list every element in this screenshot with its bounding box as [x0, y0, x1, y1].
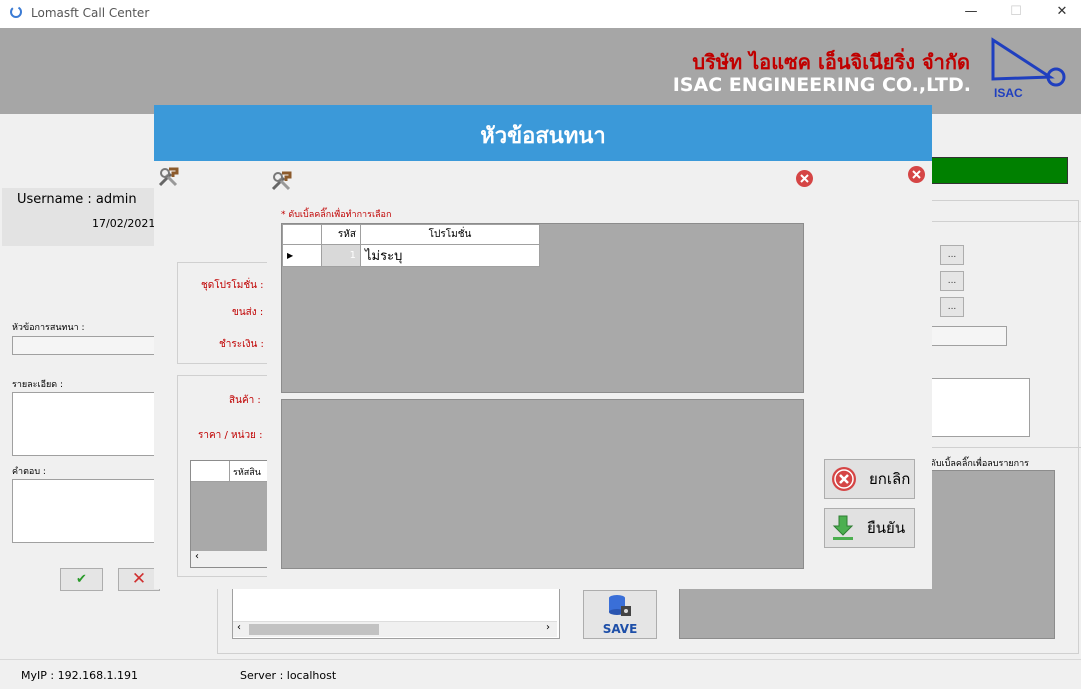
product-grid-header: รหัสสิน — [233, 468, 261, 478]
server-name: Server : localhost — [240, 669, 337, 682]
detail-textarea[interactable] — [12, 392, 157, 456]
horizontal-scrollbar[interactable]: ‹ › — [233, 621, 557, 637]
price-label: ราคา / หน่วย : — [198, 430, 263, 441]
pay-label: ชำระเงิน : — [219, 339, 264, 350]
company-logo: ISAC — [991, 37, 1066, 100]
product-grid[interactable]: รหัสสิน ‹ — [190, 460, 269, 568]
tools-icon — [271, 171, 292, 191]
database-save-icon — [609, 595, 631, 616]
username-label: Username : admin — [17, 192, 137, 207]
topic-label: หัวข้อการสนทนา : — [12, 323, 85, 333]
scrollbar-thumb[interactable] — [249, 624, 379, 635]
browse-button-3[interactable]: ... — [940, 297, 964, 317]
download-arrow-icon — [832, 515, 854, 540]
logo-text: ISAC — [994, 86, 1023, 100]
cancel-label: ยกเลิก — [869, 470, 911, 488]
cancel-icon — [832, 467, 856, 491]
save-label: SAVE — [602, 622, 638, 636]
product-label: สินค้า : — [229, 395, 261, 406]
close-icon[interactable] — [907, 165, 926, 184]
date-label: 17/02/2021 — [92, 217, 156, 230]
window-title: Lomasft Call Center — [31, 6, 150, 20]
maximize-button[interactable]: ☐ — [1006, 4, 1026, 19]
status-bar: MyIP : 192.168.1.191 Server : localhost — [0, 659, 1081, 689]
ship-label: ขนส่ง : — [232, 307, 264, 318]
topic-input[interactable] — [12, 336, 157, 355]
close-icon[interactable] — [795, 169, 814, 188]
select-hint: * ดับเบิ้ลคลิ๊กเพื่อทำการเลือก — [281, 210, 392, 220]
confirm-label: ยืนยัน — [867, 519, 906, 537]
answer-textarea[interactable] — [12, 479, 157, 543]
dialog-title: หัวข้อสนทนา — [480, 124, 606, 149]
close-window-button[interactable]: ✕ — [1052, 4, 1072, 19]
confirm-button[interactable]: ยืนยัน — [824, 508, 915, 548]
minimize-button[interactable]: — — [961, 4, 981, 19]
promotion-grid[interactable]: รหัส โปรโมชั่น ▶ 1 ไม่ระบุ — [281, 223, 804, 393]
detail-label: รายละเอียด : — [12, 380, 64, 390]
check-icon[interactable]: ✔ — [60, 568, 103, 591]
save-button[interactable]: SAVE — [583, 590, 657, 639]
column-promotion: โปรโมชั่น — [360, 224, 540, 245]
row-code: 1 — [321, 244, 361, 267]
window-titlebar: Lomasft Call Center — ☐ ✕ — [0, 0, 1081, 28]
browse-button-1[interactable]: ... — [940, 245, 964, 265]
row-promotion: ไม่ระบุ — [360, 244, 540, 267]
promo-set-label: ชุดโปรโมชั่น : — [201, 280, 264, 291]
promotion-table: รหัส โปรโมชั่น ▶ 1 ไม่ระบุ — [282, 224, 540, 267]
tools-icon — [158, 167, 179, 187]
company-name-english: ISAC ENGINEERING CO.,LTD. — [672, 74, 971, 96]
right-input[interactable] — [930, 326, 1007, 346]
answer-label: คำตอบ : — [12, 467, 46, 477]
right-textarea[interactable] — [930, 378, 1030, 437]
promotion-detail-grid[interactable] — [281, 399, 804, 569]
status-green-bar — [925, 157, 1068, 184]
table-row[interactable]: ▶ 1 ไม่ระบุ — [282, 244, 540, 267]
cancel-button[interactable]: ยกเลิก — [824, 459, 915, 499]
browse-button-2[interactable]: ... — [940, 271, 964, 291]
product-grid-scrollbar[interactable]: ‹ — [191, 551, 268, 567]
table-header-row: รหัส โปรโมชั่น — [282, 224, 540, 245]
column-code: รหัส — [321, 224, 361, 245]
ip-address: MyIP : 192.168.1.191 — [21, 669, 139, 682]
delete-hint-label: ดับเบิ้ลคลิ๊กเพื่อลบรายการ — [930, 459, 1029, 469]
headset-icon — [10, 6, 22, 18]
dialog-title-bar: หัวข้อสนทนา — [154, 105, 932, 161]
